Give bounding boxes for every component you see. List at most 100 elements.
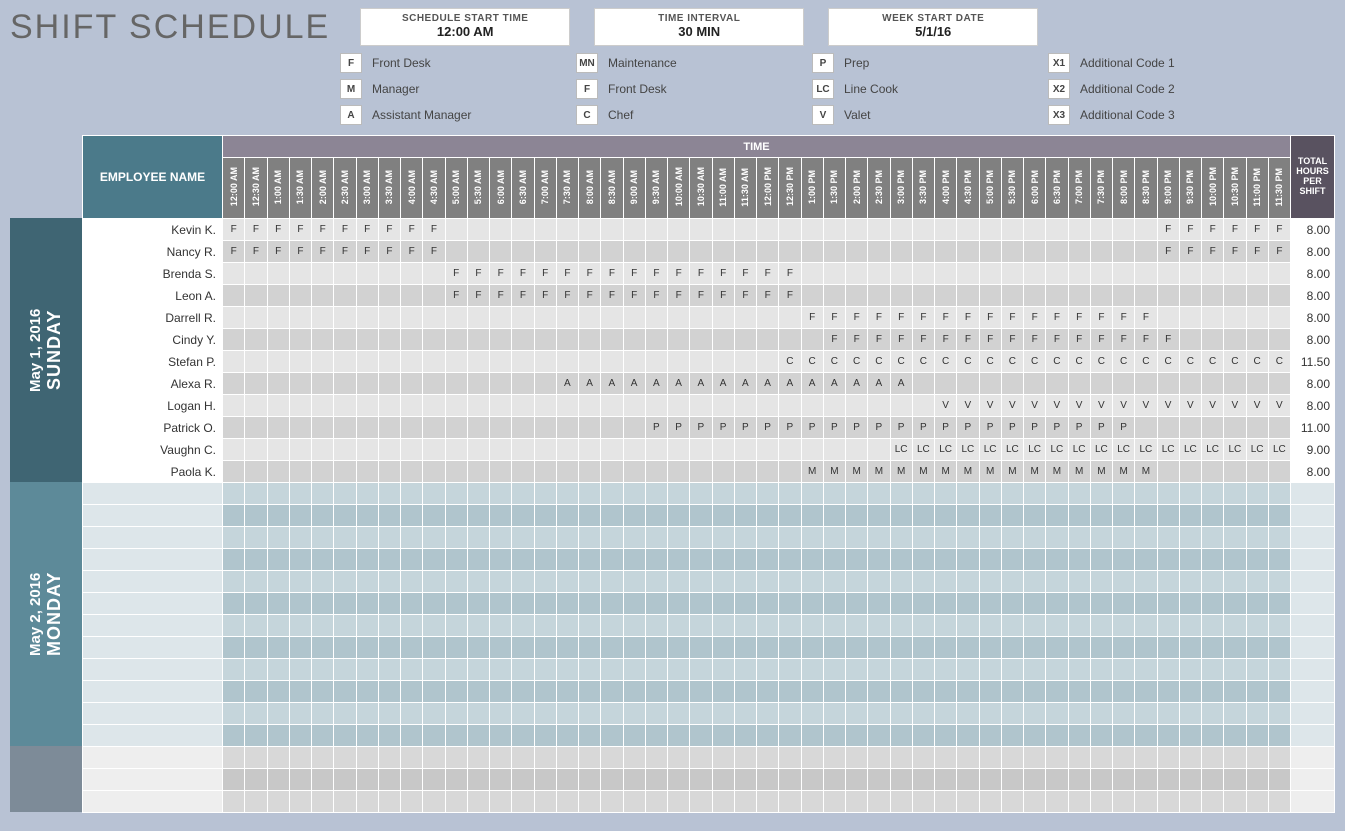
shift-cell[interactable]: F <box>823 307 845 329</box>
shift-cell[interactable] <box>490 725 512 747</box>
shift-cell[interactable] <box>1113 659 1135 681</box>
shift-cell[interactable] <box>556 571 578 593</box>
shift-cell[interactable] <box>823 395 845 417</box>
shift-cell[interactable] <box>668 571 690 593</box>
shift-cell[interactable] <box>1046 703 1068 725</box>
shift-cell[interactable] <box>890 703 912 725</box>
shift-cell[interactable] <box>245 461 267 483</box>
shift-cell[interactable] <box>601 417 623 439</box>
shift-cell[interactable] <box>1268 263 1290 285</box>
shift-cell[interactable] <box>1246 791 1268 813</box>
shift-cell[interactable] <box>757 659 779 681</box>
shift-cell[interactable]: LC <box>1179 439 1201 461</box>
shift-cell[interactable] <box>289 329 311 351</box>
shift-cell[interactable] <box>734 725 756 747</box>
shift-cell[interactable] <box>1113 505 1135 527</box>
shift-cell[interactable] <box>1246 285 1268 307</box>
shift-cell[interactable] <box>712 725 734 747</box>
shift-cell[interactable] <box>378 725 400 747</box>
shift-cell[interactable] <box>912 483 934 505</box>
shift-cell[interactable] <box>490 571 512 593</box>
shift-cell[interactable] <box>645 769 667 791</box>
shift-cell[interactable] <box>979 747 1001 769</box>
shift-cell[interactable] <box>401 285 423 307</box>
shift-cell[interactable] <box>1046 373 1068 395</box>
shift-cell[interactable] <box>801 219 823 241</box>
shift-cell[interactable] <box>556 461 578 483</box>
shift-cell[interactable] <box>534 439 556 461</box>
shift-cell[interactable] <box>1135 791 1157 813</box>
shift-cell[interactable] <box>935 527 957 549</box>
shift-cell[interactable] <box>623 593 645 615</box>
shift-cell[interactable] <box>445 593 467 615</box>
shift-cell[interactable] <box>267 681 289 703</box>
shift-cell[interactable]: F <box>1135 329 1157 351</box>
employee-name-cell[interactable]: Cindy Y. <box>83 329 223 351</box>
shift-cell[interactable] <box>1224 747 1246 769</box>
shift-cell[interactable] <box>534 703 556 725</box>
shift-cell[interactable] <box>935 703 957 725</box>
shift-cell[interactable] <box>690 725 712 747</box>
shift-cell[interactable] <box>1202 307 1224 329</box>
shift-cell[interactable]: P <box>935 417 957 439</box>
shift-cell[interactable] <box>734 549 756 571</box>
shift-cell[interactable] <box>579 725 601 747</box>
shift-cell[interactable]: LC <box>979 439 1001 461</box>
shift-cell[interactable] <box>423 351 445 373</box>
shift-cell[interactable] <box>267 593 289 615</box>
shift-cell[interactable] <box>890 593 912 615</box>
shift-cell[interactable] <box>356 285 378 307</box>
shift-cell[interactable]: A <box>734 373 756 395</box>
shift-cell[interactable]: V <box>1090 395 1112 417</box>
shift-cell[interactable] <box>267 747 289 769</box>
shift-cell[interactable] <box>757 505 779 527</box>
shift-cell[interactable] <box>801 527 823 549</box>
shift-cell[interactable] <box>601 329 623 351</box>
shift-cell[interactable]: V <box>1113 395 1135 417</box>
shift-cell[interactable] <box>1068 263 1090 285</box>
shift-cell[interactable] <box>1224 791 1246 813</box>
shift-cell[interactable] <box>868 505 890 527</box>
shift-cell[interactable] <box>868 659 890 681</box>
shift-cell[interactable] <box>445 395 467 417</box>
shift-cell[interactable]: F <box>245 241 267 263</box>
employee-name-cell[interactable] <box>83 549 223 571</box>
shift-cell[interactable] <box>467 725 489 747</box>
shift-cell[interactable] <box>846 241 868 263</box>
shift-cell[interactable] <box>668 659 690 681</box>
shift-cell[interactable] <box>512 483 534 505</box>
config-interval-value[interactable]: 30 MIN <box>595 24 803 39</box>
shift-cell[interactable] <box>378 417 400 439</box>
employee-name-cell[interactable] <box>83 615 223 637</box>
shift-cell[interactable] <box>1157 703 1179 725</box>
shift-cell[interactable] <box>1224 527 1246 549</box>
shift-cell[interactable] <box>734 241 756 263</box>
shift-cell[interactable] <box>334 483 356 505</box>
shift-cell[interactable] <box>601 527 623 549</box>
shift-cell[interactable] <box>1179 703 1201 725</box>
shift-cell[interactable] <box>1224 725 1246 747</box>
shift-cell[interactable] <box>445 505 467 527</box>
shift-cell[interactable] <box>1157 549 1179 571</box>
shift-cell[interactable] <box>757 351 779 373</box>
shift-cell[interactable] <box>490 659 512 681</box>
shift-cell[interactable] <box>445 373 467 395</box>
shift-cell[interactable] <box>534 769 556 791</box>
shift-cell[interactable] <box>712 329 734 351</box>
shift-cell[interactable] <box>512 571 534 593</box>
shift-cell[interactable] <box>445 417 467 439</box>
shift-cell[interactable]: F <box>823 329 845 351</box>
shift-cell[interactable] <box>223 703 245 725</box>
shift-cell[interactable]: F <box>1246 241 1268 263</box>
shift-cell[interactable] <box>823 483 845 505</box>
shift-cell[interactable] <box>289 725 311 747</box>
shift-cell[interactable] <box>1113 637 1135 659</box>
shift-cell[interactable] <box>223 681 245 703</box>
shift-cell[interactable] <box>1246 681 1268 703</box>
shift-cell[interactable] <box>223 483 245 505</box>
employee-name-cell[interactable]: Darrell R. <box>83 307 223 329</box>
shift-cell[interactable] <box>601 681 623 703</box>
shift-cell[interactable] <box>1068 637 1090 659</box>
shift-cell[interactable] <box>1046 483 1068 505</box>
employee-name-cell[interactable] <box>83 703 223 725</box>
